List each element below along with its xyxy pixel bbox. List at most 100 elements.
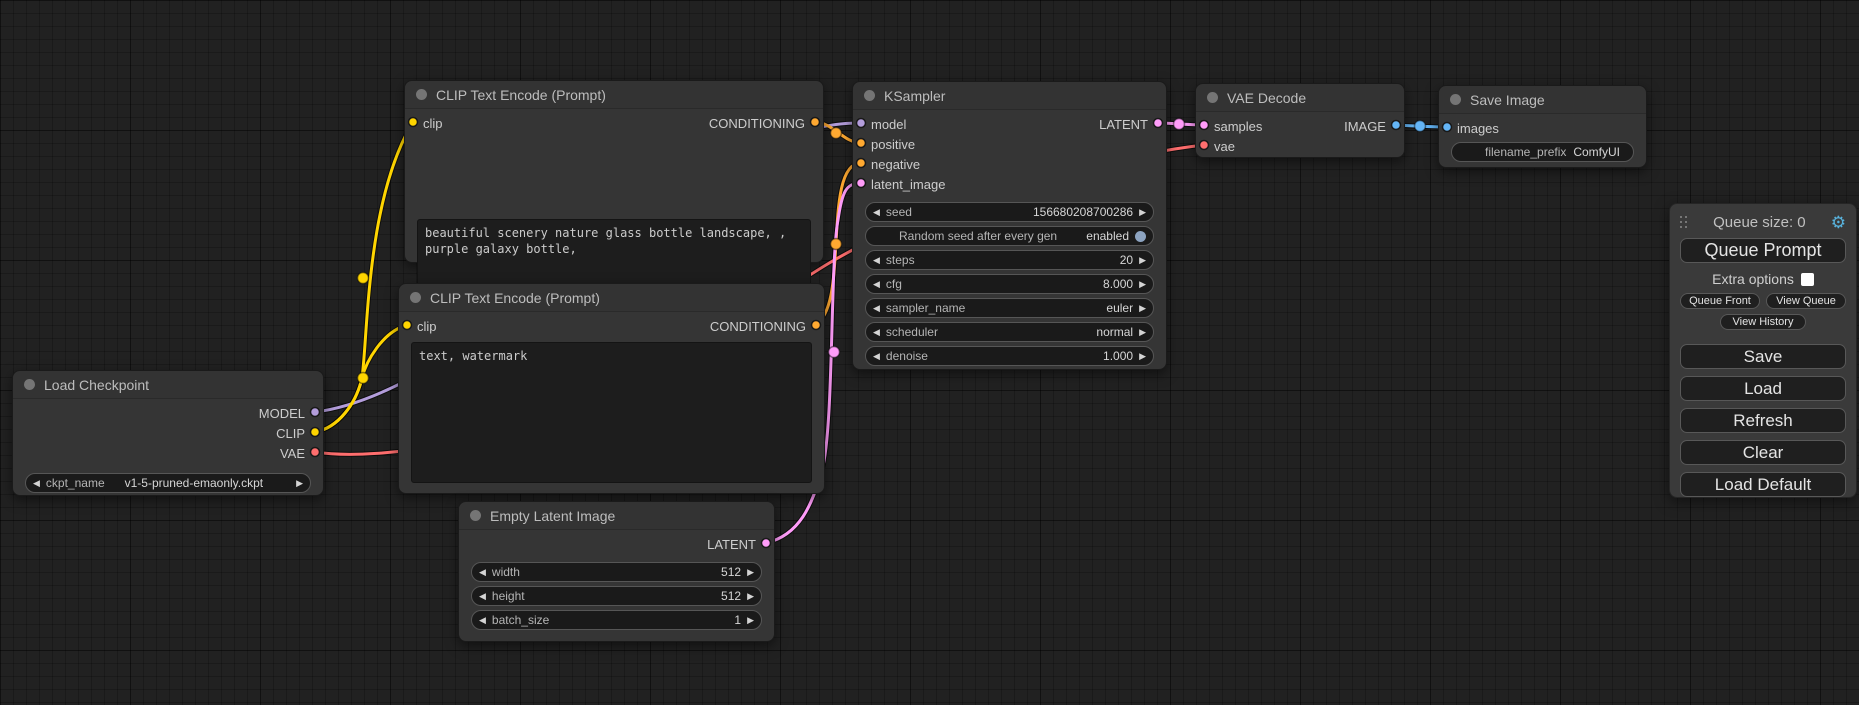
node-titlebar[interactable]: Save Image <box>1439 86 1646 114</box>
widget-height[interactable]: ◀ height 512 ▶ <box>471 586 762 606</box>
input-label-negative: negative <box>871 157 920 172</box>
widget-seed[interactable]: ◀ seed 156680208700286 ▶ <box>865 202 1154 222</box>
widget-scheduler[interactable]: ◀ scheduler normal ▶ <box>865 322 1154 342</box>
node-clip-text-encode-negative[interactable]: CLIP Text Encode (Prompt) clip CONDITION… <box>398 283 825 494</box>
drag-handle-icon[interactable] <box>1680 216 1688 229</box>
increment-arrow-icon[interactable]: ▶ <box>1139 208 1146 217</box>
view-history-button[interactable]: View History <box>1720 314 1806 330</box>
collapse-dot-icon[interactable] <box>1450 94 1461 105</box>
decrement-arrow-icon[interactable]: ◀ <box>873 304 880 313</box>
node-title: CLIP Text Encode (Prompt) <box>436 87 606 103</box>
node-titlebar[interactable]: Empty Latent Image <box>459 502 774 530</box>
node-title: VAE Decode <box>1227 90 1306 106</box>
collapse-dot-icon[interactable] <box>410 292 421 303</box>
decrement-arrow-icon[interactable]: ◀ <box>873 256 880 265</box>
batch-size-value: 1 <box>734 613 741 627</box>
increment-arrow-icon[interactable]: ▶ <box>1139 280 1146 289</box>
increment-arrow-icon[interactable]: ▶ <box>1139 352 1146 361</box>
input-label-samples: samples <box>1214 119 1262 134</box>
decrement-arrow-icon[interactable]: ◀ <box>873 328 880 337</box>
input-label-clip: clip <box>423 116 443 131</box>
output-label-latent: LATENT <box>1099 117 1148 132</box>
denoise-value: 1.000 <box>1103 349 1133 363</box>
input-label-clip: clip <box>417 319 437 334</box>
output-label-conditioning: CONDITIONING <box>710 319 806 334</box>
widget-filename-prefix[interactable]: filename_prefix ComfyUI <box>1451 142 1634 162</box>
increment-arrow-icon[interactable]: ▶ <box>747 616 754 625</box>
input-label-model: model <box>871 117 906 132</box>
widget-random-seed-toggle[interactable]: Random seed after every gen enabled <box>865 226 1154 246</box>
link-midpoint-dot <box>1415 121 1426 132</box>
link-midpoint-dot <box>829 347 840 358</box>
output-label-latent: LATENT <box>707 537 756 552</box>
negative-prompt-textarea[interactable]: text, watermark <box>411 342 812 483</box>
decrement-arrow-icon[interactable]: ◀ <box>479 568 486 577</box>
collapse-dot-icon[interactable] <box>416 89 427 100</box>
widget-width[interactable]: ◀ width 512 ▶ <box>471 562 762 582</box>
node-titlebar[interactable]: Load Checkpoint <box>13 371 323 399</box>
decrement-arrow-icon[interactable]: ◀ <box>33 479 40 488</box>
cfg-value: 8.000 <box>1103 277 1133 291</box>
output-label-image: IMAGE <box>1344 119 1386 134</box>
output-label-clip: CLIP <box>276 426 305 441</box>
increment-arrow-icon[interactable]: ▶ <box>1139 304 1146 313</box>
widget-cfg[interactable]: ◀ cfg 8.000 ▶ <box>865 274 1154 294</box>
node-empty-latent-image[interactable]: Empty Latent Image LATENT ◀ width 512 ▶ … <box>458 501 775 642</box>
queue-size-label: Queue size: 0 <box>1688 214 1831 231</box>
decrement-arrow-icon[interactable]: ◀ <box>479 592 486 601</box>
extra-options-label: Extra options <box>1712 271 1794 287</box>
toggle-indicator-icon[interactable] <box>1135 231 1146 242</box>
seed-value: 156680208700286 <box>1033 205 1133 219</box>
collapse-dot-icon[interactable] <box>864 90 875 101</box>
input-label-latent-image: latent_image <box>871 177 945 192</box>
increment-arrow-icon[interactable]: ▶ <box>296 479 303 488</box>
decrement-arrow-icon[interactable]: ◀ <box>873 208 880 217</box>
link-midpoint-dot <box>831 239 842 250</box>
queue-prompt-button[interactable]: Queue Prompt <box>1680 238 1846 263</box>
load-default-button[interactable]: Load Default <box>1680 472 1846 497</box>
link-midpoint-dot <box>1174 119 1185 130</box>
queue-menu-panel: Queue size: 0 ⚙ Queue Prompt Extra optio… <box>1669 203 1857 498</box>
node-vae-decode[interactable]: VAE Decode samples IMAGE vae <box>1195 83 1405 158</box>
collapse-dot-icon[interactable] <box>1207 92 1218 103</box>
clear-button[interactable]: Clear <box>1680 440 1846 465</box>
decrement-arrow-icon[interactable]: ◀ <box>873 352 880 361</box>
node-graph-canvas[interactable]: Load Checkpoint MODEL CLIP VAE ◀ ckpt_na… <box>0 0 1859 705</box>
increment-arrow-icon[interactable]: ▶ <box>1139 328 1146 337</box>
input-label-positive: positive <box>871 137 915 152</box>
extra-options-checkbox[interactable] <box>1801 273 1814 286</box>
input-label-vae: vae <box>1214 139 1235 154</box>
increment-arrow-icon[interactable]: ▶ <box>1139 256 1146 265</box>
widget-ckpt-name[interactable]: ◀ ckpt_name v1-5-pruned-emaonly.ckpt ▶ <box>25 473 311 493</box>
node-ksampler[interactable]: KSampler model LATENT positive negative … <box>852 81 1167 370</box>
output-label-conditioning: CONDITIONING <box>709 116 805 131</box>
widget-steps[interactable]: ◀ steps 20 ▶ <box>865 250 1154 270</box>
increment-arrow-icon[interactable]: ▶ <box>747 568 754 577</box>
view-queue-button[interactable]: View Queue <box>1766 293 1846 309</box>
steps-value: 20 <box>1120 253 1133 267</box>
load-button[interactable]: Load <box>1680 376 1846 401</box>
node-load-checkpoint[interactable]: Load Checkpoint MODEL CLIP VAE ◀ ckpt_na… <box>12 370 324 496</box>
increment-arrow-icon[interactable]: ▶ <box>747 592 754 601</box>
widget-sampler-name[interactable]: ◀ sampler_name euler ▶ <box>865 298 1154 318</box>
link-midpoint-dot <box>358 273 369 284</box>
queue-front-button[interactable]: Queue Front <box>1680 293 1760 309</box>
refresh-button[interactable]: Refresh <box>1680 408 1846 433</box>
decrement-arrow-icon[interactable]: ◀ <box>873 280 880 289</box>
node-titlebar[interactable]: KSampler <box>853 82 1166 110</box>
node-titlebar[interactable]: CLIP Text Encode (Prompt) <box>399 284 824 312</box>
widget-denoise[interactable]: ◀ denoise 1.000 ▶ <box>865 346 1154 366</box>
node-title: KSampler <box>884 88 945 104</box>
output-label-vae: VAE <box>280 446 305 461</box>
node-save-image[interactable]: Save Image images filename_prefix ComfyU… <box>1438 85 1647 168</box>
save-button[interactable]: Save <box>1680 344 1846 369</box>
decrement-arrow-icon[interactable]: ◀ <box>479 616 486 625</box>
node-titlebar[interactable]: CLIP Text Encode (Prompt) <box>405 81 823 109</box>
collapse-dot-icon[interactable] <box>470 510 481 521</box>
node-title: CLIP Text Encode (Prompt) <box>430 290 600 306</box>
collapse-dot-icon[interactable] <box>24 379 35 390</box>
node-clip-text-encode-positive[interactable]: CLIP Text Encode (Prompt) clip CONDITION… <box>404 80 824 263</box>
gear-icon[interactable]: ⚙ <box>1831 214 1846 231</box>
widget-batch-size[interactable]: ◀ batch_size 1 ▶ <box>471 610 762 630</box>
node-titlebar[interactable]: VAE Decode <box>1196 84 1404 112</box>
